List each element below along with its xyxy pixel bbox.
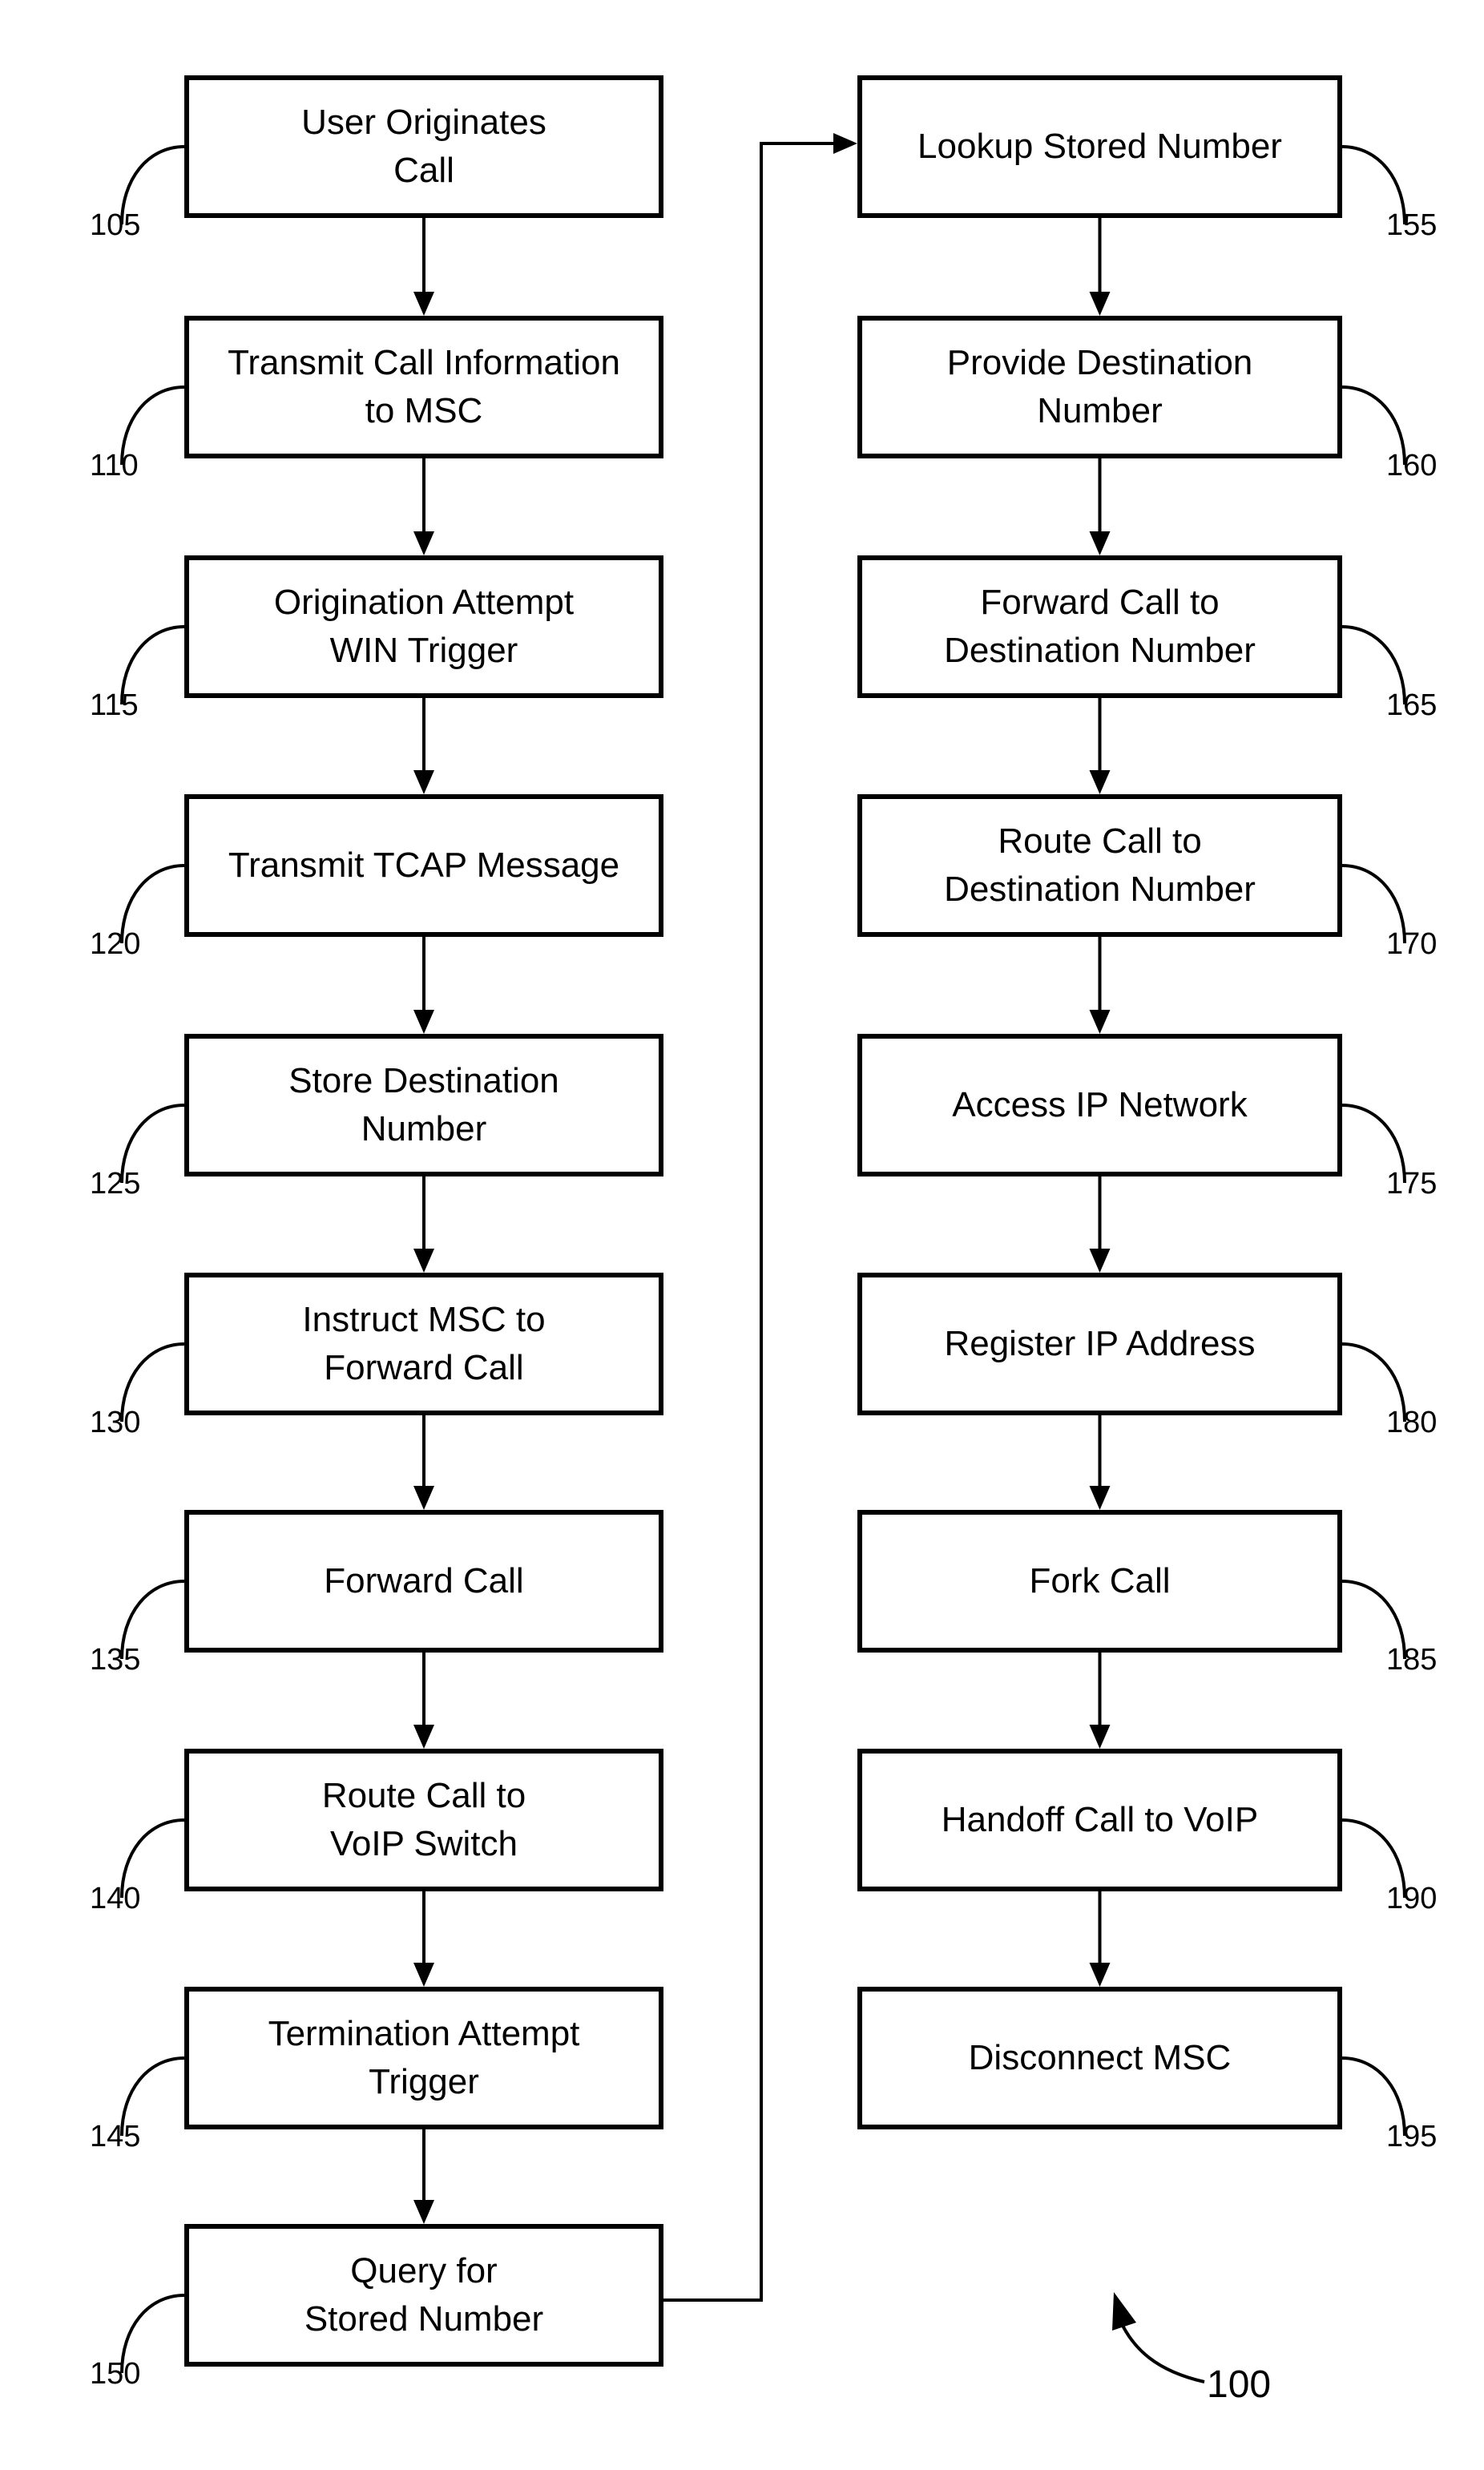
arrowhead-icon [1089, 1963, 1111, 1987]
arrowhead-icon [1089, 1486, 1111, 1510]
process-step-190: Handoff Call to VoIP [857, 1749, 1342, 1891]
reference-numeral: 145 [90, 2120, 141, 2153]
process-step-195: Disconnect MSC [857, 1987, 1342, 2129]
process-step-120: Transmit TCAP Message [184, 794, 663, 937]
reference-numeral: 195 [1386, 2120, 1438, 2153]
reference-numeral: 120 [90, 927, 141, 961]
reference-numeral: 180 [1386, 1406, 1438, 1439]
process-step-130: Instruct MSC to Forward Call [184, 1273, 663, 1415]
arrowhead-icon [1089, 1010, 1111, 1034]
process-step-150: Query for Stored Number [184, 2224, 663, 2367]
arrowhead-icon [1089, 1725, 1111, 1749]
reference-numeral: 140 [90, 1882, 141, 1915]
arrowhead-icon [413, 1010, 434, 1034]
arrowhead-icon [413, 770, 434, 794]
reference-numeral: 190 [1386, 1882, 1438, 1915]
process-step-105: User Originates Call [184, 75, 663, 218]
arrowhead-icon [1089, 292, 1111, 316]
connector-150-to-155 [663, 142, 837, 2302]
arrowhead-icon [833, 133, 857, 154]
reference-numeral: 130 [90, 1406, 141, 1439]
process-step-170: Route Call to Destination Number [857, 794, 1342, 937]
reference-numeral: 105 [90, 208, 141, 242]
figure-reference-label: 100 [1207, 2363, 1272, 2406]
process-step-125: Store Destination Number [184, 1034, 663, 1176]
reference-numeral: 175 [1386, 1167, 1438, 1201]
arrowhead-icon [413, 292, 434, 316]
arrowhead-icon [413, 531, 434, 555]
arrowhead-icon [413, 1249, 434, 1273]
process-step-110: Transmit Call Information to MSC [184, 316, 663, 458]
process-step-180: Register IP Address [857, 1273, 1342, 1415]
process-step-160: Provide Destination Number [857, 316, 1342, 458]
reference-numeral: 170 [1386, 927, 1438, 961]
reference-numeral: 110 [90, 449, 139, 482]
reference-numeral: 125 [90, 1167, 141, 1201]
process-step-165: Forward Call to Destination Number [857, 555, 1342, 698]
process-step-135: Forward Call [184, 1510, 663, 1653]
process-step-175: Access IP Network [857, 1034, 1342, 1176]
process-step-155: Lookup Stored Number [857, 75, 1342, 218]
reference-numeral: 115 [90, 688, 139, 722]
process-step-115: Origination Attempt WIN Trigger [184, 555, 663, 698]
reference-numeral: 155 [1386, 208, 1438, 242]
arrowhead-icon [413, 2200, 434, 2224]
process-step-145: Termination Attempt Trigger [184, 1987, 663, 2129]
arrowhead-icon [413, 1486, 434, 1510]
reference-numeral: 165 [1386, 688, 1438, 722]
arrowhead-icon [1089, 770, 1111, 794]
reference-numeral: 185 [1386, 1643, 1438, 1677]
process-step-185: Fork Call [857, 1510, 1342, 1653]
reference-numeral: 160 [1386, 449, 1438, 482]
arrowhead-icon [413, 1963, 434, 1987]
reference-numeral: 135 [90, 1643, 141, 1677]
arrowhead-icon [413, 1725, 434, 1749]
reference-numeral: 150 [90, 2357, 141, 2391]
process-step-140: Route Call to VoIP Switch [184, 1749, 663, 1891]
arrowhead-icon [1089, 531, 1111, 555]
arrowhead-icon [1089, 1249, 1111, 1273]
